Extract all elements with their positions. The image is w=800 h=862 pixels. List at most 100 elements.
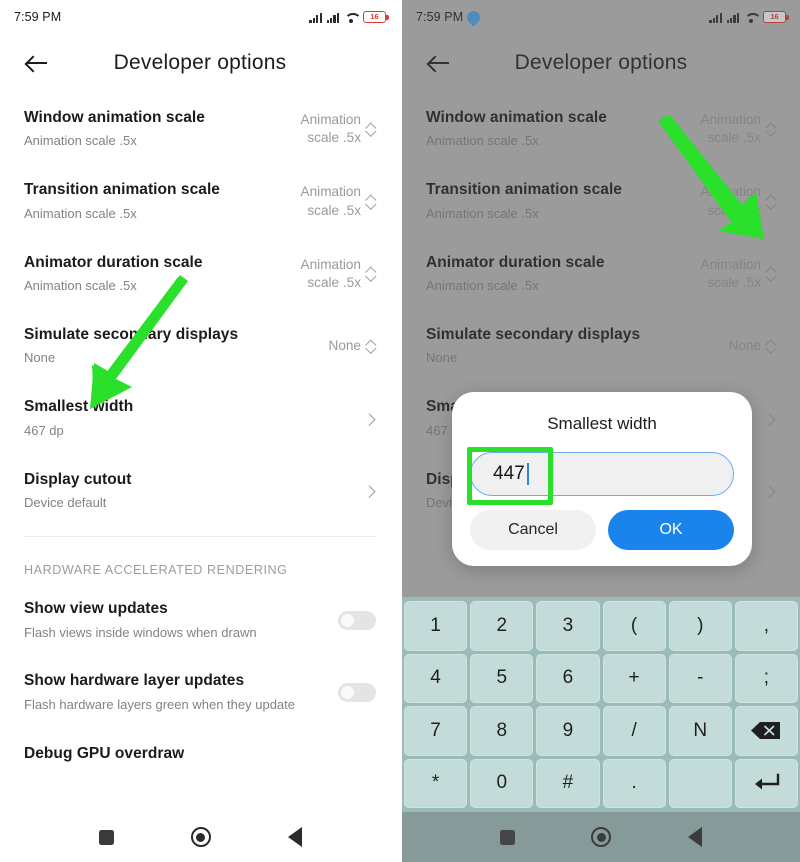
row-title: Show view updates bbox=[24, 600, 168, 618]
row-texts: Display cutout Device default bbox=[24, 470, 364, 512]
key-minus[interactable]: - bbox=[668, 653, 732, 703]
row-control[interactable]: None bbox=[329, 337, 377, 355]
key-blank[interactable] bbox=[668, 758, 732, 808]
key-comma[interactable]: , bbox=[734, 601, 798, 651]
row-subtitle: Animation scale .5x bbox=[24, 278, 137, 294]
chevron-updown-icon[interactable] bbox=[366, 266, 376, 282]
key-close-paren[interactable]: ) bbox=[668, 601, 732, 651]
setting-row-transition-animation-scale[interactable]: Transition animation scale Animation sca… bbox=[24, 164, 376, 236]
key-n[interactable]: N bbox=[668, 706, 732, 756]
key-slash[interactable]: / bbox=[602, 706, 666, 756]
circle-home-icon[interactable] bbox=[190, 827, 211, 847]
row-control[interactable]: None bbox=[729, 337, 777, 355]
screen-before: 7:59 PM 16 Developer options Window anim… bbox=[0, 0, 400, 862]
chevron-updown-icon[interactable] bbox=[766, 121, 776, 137]
row-texts: Show view updates Flash views inside win… bbox=[24, 599, 338, 641]
triangle-back-icon[interactable] bbox=[287, 827, 302, 847]
setting-row-show-hardware-layer-updates[interactable]: Show hardware layer updates Flash hardwa… bbox=[24, 655, 376, 727]
setting-row-simulate-secondary-displays[interactable]: Simulate secondary displays None None bbox=[426, 309, 776, 381]
key-2[interactable]: 2 bbox=[470, 601, 534, 651]
chevron-right-icon[interactable] bbox=[764, 411, 776, 427]
row-control[interactable] bbox=[764, 483, 776, 499]
status-icons: 16 bbox=[709, 11, 789, 23]
row-texts: Animator duration scale Animation scale … bbox=[24, 253, 275, 295]
backspace-icon[interactable] bbox=[734, 706, 798, 756]
row-subtitle: Flash views inside windows when drawn bbox=[24, 624, 257, 640]
row-subtitle: Animation scale .5x bbox=[24, 133, 137, 149]
key-9[interactable]: 9 bbox=[536, 706, 600, 756]
chevron-updown-icon[interactable] bbox=[366, 121, 376, 137]
row-value: Animation scale .5x bbox=[700, 111, 761, 146]
back-arrow-icon[interactable] bbox=[24, 50, 50, 76]
key-semicolon[interactable]: ; bbox=[734, 653, 798, 703]
row-value: Animation scale .5x bbox=[300, 111, 361, 146]
back-arrow-icon[interactable] bbox=[426, 50, 452, 76]
triangle-back-icon[interactable] bbox=[687, 827, 702, 847]
signal-icon bbox=[326, 12, 339, 23]
row-control[interactable]: Animation scale .5x bbox=[275, 111, 376, 148]
dialog-title: Smallest width bbox=[547, 414, 657, 433]
row-subtitle: Animation scale .5x bbox=[426, 278, 539, 294]
status-bar: 7:59 PM 16 bbox=[402, 0, 800, 34]
setting-row-simulate-secondary-displays[interactable]: Simulate secondary displays None None bbox=[24, 309, 376, 381]
chevron-right-icon[interactable] bbox=[764, 483, 776, 499]
key-0[interactable]: 0 bbox=[470, 758, 534, 808]
chevron-updown-icon[interactable] bbox=[366, 194, 376, 210]
key-4[interactable]: 4 bbox=[404, 653, 468, 703]
row-subtitle: Device default bbox=[24, 495, 107, 511]
key-period[interactable]: . bbox=[602, 758, 666, 808]
key-6[interactable]: 6 bbox=[536, 653, 600, 703]
key-7[interactable]: 7 bbox=[404, 706, 468, 756]
navigation-bar bbox=[0, 812, 400, 862]
ok-button[interactable]: OK bbox=[608, 510, 734, 550]
row-subtitle: 467 dp bbox=[24, 422, 64, 438]
row-control[interactable] bbox=[364, 411, 376, 427]
key-1[interactable]: 1 bbox=[404, 601, 468, 651]
numeric-keyboard: 1 2 3 ( ) , 4 5 6 + - ; 7 8 9 / N * 0 # … bbox=[402, 597, 800, 812]
chevron-right-icon[interactable] bbox=[364, 483, 376, 499]
setting-row-debug-gpu-overdraw[interactable]: Debug GPU overdraw bbox=[24, 728, 376, 764]
setting-row-display-cutout[interactable]: Display cutout Device default bbox=[24, 454, 376, 526]
backspace-glyph bbox=[751, 722, 781, 740]
setting-row-show-view-updates[interactable]: Show view updates Flash views inside win… bbox=[24, 583, 376, 655]
circle-home-icon[interactable] bbox=[591, 827, 612, 847]
signal-icon bbox=[709, 12, 722, 23]
setting-row-window-animation-scale[interactable]: Window animation scale Animation scale .… bbox=[24, 92, 376, 164]
row-value: Animation scale .5x bbox=[700, 256, 761, 290]
row-control[interactable]: Animation scale .5x bbox=[675, 111, 776, 148]
chevron-updown-icon[interactable] bbox=[366, 338, 376, 354]
toggle-switch[interactable] bbox=[338, 610, 376, 630]
setting-row-transition-animation-scale[interactable]: Transition animation scale Animation sca… bbox=[426, 164, 776, 236]
square-recents-icon[interactable] bbox=[98, 829, 114, 845]
row-control[interactable] bbox=[764, 411, 776, 427]
row-control[interactable]: Animation scale .5x bbox=[275, 183, 376, 220]
setting-row-window-animation-scale[interactable]: Window animation scale Animation scale .… bbox=[426, 92, 776, 164]
row-title: Transition animation scale bbox=[24, 181, 220, 199]
row-control[interactable]: Animation scale .5x bbox=[675, 183, 776, 220]
cancel-button[interactable]: Cancel bbox=[470, 510, 596, 550]
key-open-paren[interactable]: ( bbox=[602, 601, 666, 651]
chevron-right-icon[interactable] bbox=[364, 411, 376, 427]
chevron-updown-icon[interactable] bbox=[766, 194, 776, 210]
key-hash[interactable]: # bbox=[536, 758, 600, 808]
row-control[interactable]: Animation scale .5x bbox=[675, 256, 776, 293]
chevron-updown-icon[interactable] bbox=[766, 338, 776, 354]
key-3[interactable]: 3 bbox=[536, 601, 600, 651]
smallest-width-input[interactable]: 447 bbox=[470, 452, 734, 496]
row-control[interactable]: Animation scale .5x bbox=[275, 256, 376, 293]
key-5[interactable]: 5 bbox=[470, 653, 534, 703]
row-subtitle: Animation scale .5x bbox=[426, 133, 539, 149]
row-subtitle: Animation scale .5x bbox=[426, 205, 539, 221]
setting-row-animator-duration-scale[interactable]: Animator duration scale Animation scale … bbox=[426, 237, 776, 309]
battery-icon: 16 bbox=[363, 11, 389, 23]
toggle-switch[interactable] bbox=[338, 683, 376, 703]
key-plus[interactable]: + bbox=[602, 653, 666, 703]
setting-row-animator-duration-scale[interactable]: Animator duration scale Animation scale … bbox=[24, 237, 376, 309]
square-recents-icon[interactable] bbox=[500, 829, 516, 845]
row-control[interactable] bbox=[364, 483, 376, 499]
key-8[interactable]: 8 bbox=[470, 706, 534, 756]
chevron-updown-icon[interactable] bbox=[766, 266, 776, 282]
setting-row-smallest-width[interactable]: Smallest width 467 dp bbox=[24, 381, 376, 453]
enter-icon[interactable] bbox=[734, 758, 798, 808]
key-asterisk[interactable]: * bbox=[404, 758, 468, 808]
